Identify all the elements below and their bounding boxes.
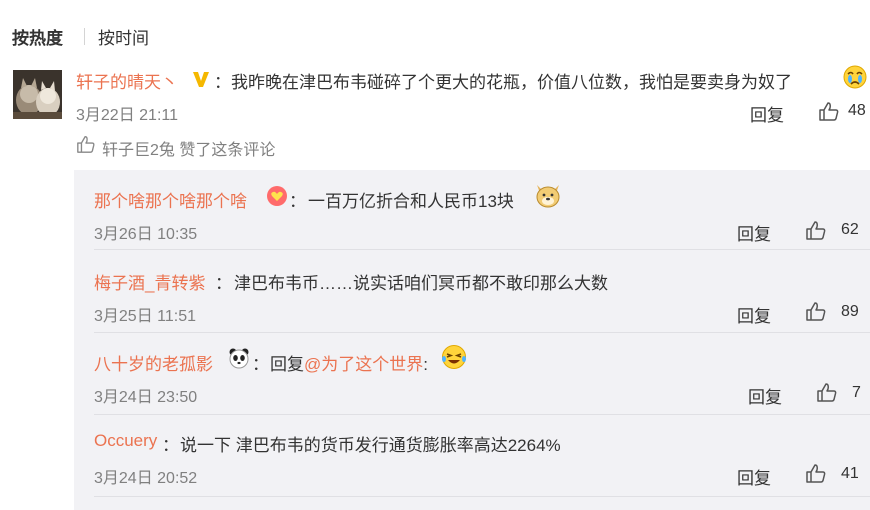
liked-by-thumb-icon [76, 134, 96, 154]
reply-button[interactable]: 回复 [748, 383, 782, 408]
reply-colon: ： [252, 355, 269, 374]
like-count: 41 [841, 465, 859, 482]
reply-username[interactable]: Occuery [94, 431, 157, 451]
reply-button[interactable]: 回复 [737, 220, 771, 245]
reply-timestamp: 3月25日 11:51 [94, 308, 196, 325]
reply-colon: ： [289, 192, 306, 211]
thumbs-up-icon[interactable] [805, 300, 827, 322]
mention-link[interactable]: @为了这个世界 [304, 355, 423, 374]
reply-divider [94, 414, 870, 415]
reply-text: 回复@为了这个世界: [270, 350, 428, 375]
sort-by-hot-tab[interactable]: 按热度 [12, 24, 63, 49]
reply-button[interactable]: 回复 [737, 302, 771, 327]
comment-username[interactable]: 轩子的晴天丶 [76, 68, 178, 93]
thumbs-up-icon[interactable] [816, 381, 838, 403]
like-count: 7 [852, 384, 861, 401]
liked-by-text: 轩子巨2兔 赞了这条评论 [102, 142, 276, 159]
reply-text: 一百万亿折合和人民币13块 [308, 192, 514, 211]
reply-username[interactable]: 那个啥那个啥那个啥 [94, 187, 247, 212]
reply-divider [94, 249, 870, 250]
reply-button[interactable]: 回复 [750, 101, 784, 126]
reply-colon: ： [215, 274, 232, 293]
reply-text: 津巴布韦币……说实话咱们冥币都不敢印那么大数 [234, 274, 608, 293]
avatar[interactable] [13, 70, 62, 119]
doge-face-icon [534, 181, 562, 209]
panda-icon [228, 347, 250, 369]
reply-prefix: 回复 [270, 355, 304, 374]
thumbs-up-icon[interactable] [805, 462, 827, 484]
heart-badge-icon [266, 185, 288, 207]
like-count: 48 [848, 102, 866, 119]
reply-suffix: : [423, 355, 428, 374]
reply-text: 说一下 津巴布韦的货币发行通货膨胀率高达2264% [180, 436, 561, 455]
comment-text: 我昨晚在津巴布韦碰碎了个更大的花瓶，价值八位数，我怕是要卖身为奴了 [231, 73, 792, 92]
like-count: 62 [841, 221, 859, 238]
reply-divider [94, 332, 870, 333]
reply-username[interactable]: 梅子酒_青转紫 [94, 269, 205, 294]
reply-timestamp: 3月24日 23:50 [94, 389, 198, 406]
thumbs-up-icon[interactable] [805, 219, 827, 241]
reply-divider [94, 496, 870, 497]
reply-timestamp: 3月26日 10:35 [94, 226, 198, 243]
like-count: 89 [841, 303, 859, 320]
reply-username[interactable]: 八十岁的老孤影 [94, 350, 213, 375]
laughing-tears-icon [441, 344, 467, 370]
crying-face-icon [843, 65, 867, 89]
comment-colon: ： [214, 73, 231, 92]
thumbs-up-icon[interactable] [818, 100, 840, 122]
reply-colon: ： [162, 436, 179, 455]
tab-divider [84, 28, 85, 45]
reply-button[interactable]: 回复 [737, 464, 771, 489]
comment-timestamp: 3月22日 21:11 [76, 107, 178, 124]
vip-badge-icon [190, 68, 212, 90]
reply-timestamp: 3月24日 20:52 [94, 470, 198, 487]
sort-by-time-tab[interactable]: 按时间 [98, 24, 149, 49]
